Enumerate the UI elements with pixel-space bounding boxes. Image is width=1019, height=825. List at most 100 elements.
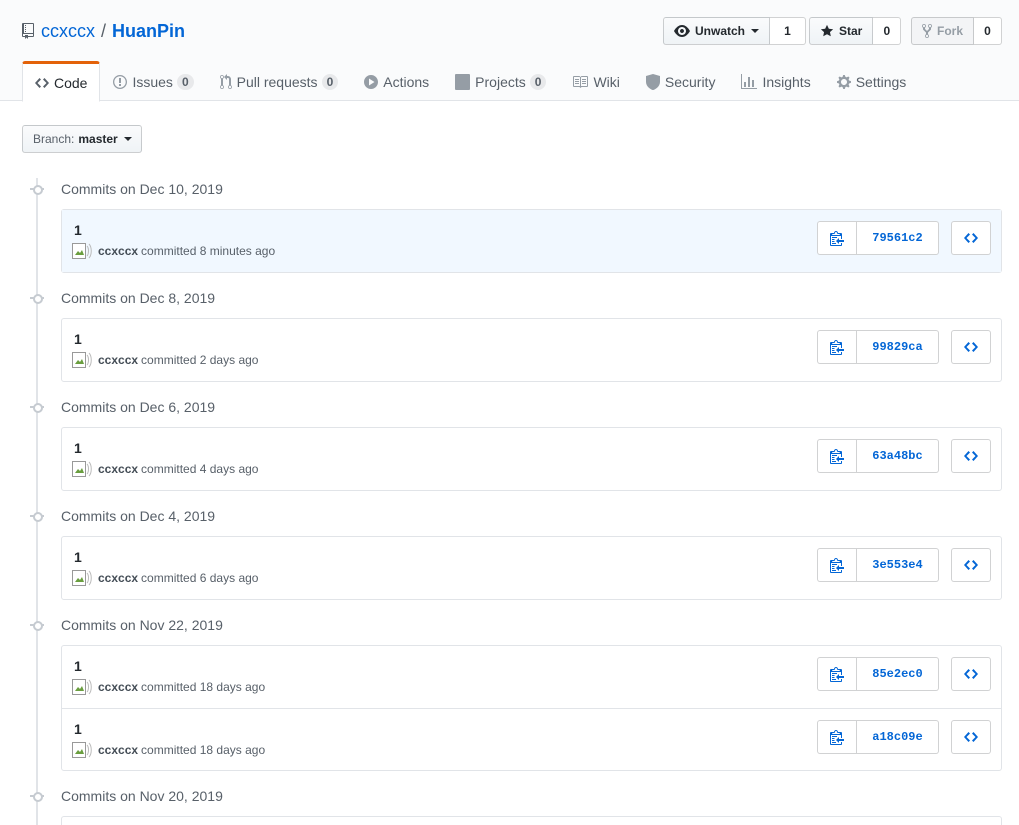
browse-repo-button[interactable] [951, 221, 991, 255]
repo-name-link[interactable]: HuanPin [112, 21, 185, 42]
tab-issues[interactable]: Issues 0 [100, 61, 206, 101]
clipboard-icon [830, 340, 844, 355]
commit-time: 18 days ago [199, 680, 266, 694]
fork-group: Fork 0 [911, 17, 1003, 45]
repo-owner-link[interactable]: ccxccx [41, 21, 95, 42]
shield-icon [645, 74, 660, 90]
commit-sha-link[interactable]: 63a48bc [857, 439, 939, 473]
broken-image-avatar-icon[interactable] [72, 679, 92, 695]
commit-message-link[interactable]: 1 [74, 331, 82, 347]
commit-sha-link[interactable]: 79561c2 [857, 221, 939, 255]
repo-title: ccxccx / HuanPin [22, 20, 185, 42]
commit-message-link[interactable]: 1 [74, 440, 82, 456]
repo-header: ccxccx / HuanPin Unwatch 1 Star 0 Fork 0… [0, 0, 1019, 102]
commit-time: 2 days ago [199, 353, 259, 367]
copy-sha-button[interactable] [817, 330, 857, 364]
broken-image-avatar-icon[interactable] [72, 742, 92, 758]
commit-author-link[interactable]: ccxccx [98, 680, 138, 694]
commit-author-link[interactable]: ccxccx [98, 462, 138, 476]
commit-message-link[interactable]: 1 [74, 721, 82, 737]
copy-sha-button[interactable] [817, 548, 857, 582]
commit-author-link[interactable]: ccxccx [98, 571, 138, 585]
pull-request-icon [219, 74, 232, 90]
tab-pull-requests[interactable]: Pull requests 0 [207, 61, 352, 101]
commit-verb: committed [141, 571, 197, 585]
issue-icon [113, 75, 128, 89]
branch-value: master [78, 132, 118, 146]
commit-group-heading: Commits on Dec 6, 2019 [30, 397, 215, 417]
branch-label: Branch: [33, 132, 75, 146]
book-icon [573, 76, 589, 88]
fork-button[interactable]: Fork [911, 17, 975, 45]
commit-author-link[interactable]: ccxccx [98, 353, 138, 367]
commit-meta: ccxccx committed 2 days ago [72, 352, 258, 368]
commit-group-heading: Commits on Dec 8, 2019 [30, 288, 215, 308]
commit-group-heading: Commits on Dec 4, 2019 [30, 506, 215, 526]
stargazers-count[interactable]: 0 [873, 17, 902, 45]
commit-message-link[interactable]: 1 [74, 549, 82, 565]
watch-group: Unwatch 1 [663, 17, 807, 45]
star-button[interactable]: Star [809, 17, 874, 45]
clipboard-icon [830, 730, 844, 745]
tab-insights[interactable]: Insights [728, 61, 823, 101]
tab-security[interactable]: Security [633, 61, 729, 101]
watchers-count[interactable]: 1 [770, 17, 807, 45]
tab-projects[interactable]: Projects 0 [442, 61, 559, 101]
commit-group-date: Commits on Nov 20, 2019 [61, 788, 223, 804]
code-icon [964, 732, 978, 742]
commit-verb: committed [141, 244, 197, 258]
pull-requests-counter: 0 [321, 74, 339, 90]
code-icon [964, 560, 978, 570]
browse-repo-button[interactable] [951, 330, 991, 364]
tab-actions[interactable]: Actions [351, 61, 442, 101]
commit-row: 1 ccxccx committed 6 days ago 3e553e4 [62, 537, 1001, 599]
commit-meta: ccxccx committed 8 minutes ago [72, 243, 275, 259]
commit-dot-icon [30, 618, 44, 632]
browse-repo-button[interactable] [951, 439, 991, 473]
branch-select-button[interactable]: Branch: master [22, 125, 142, 153]
star-group: Star 0 [809, 17, 902, 45]
commit-dot-icon [30, 400, 44, 414]
commit-sha-link[interactable]: a18c09e [857, 720, 939, 754]
tab-code[interactable]: Code [22, 61, 101, 102]
browse-repo-button[interactable] [951, 657, 991, 691]
commit-time: 18 days ago [199, 743, 266, 757]
clipboard-icon [830, 558, 844, 573]
unwatch-button[interactable]: Unwatch [663, 17, 771, 45]
clipboard-icon [830, 449, 844, 464]
broken-image-avatar-icon[interactable] [72, 570, 92, 586]
tab-label: Settings [855, 74, 907, 90]
commit-group-date: Commits on Dec 10, 2019 [61, 181, 223, 197]
tab-label: Security [664, 74, 716, 90]
commit-sha-link[interactable]: 3e553e4 [857, 548, 939, 582]
broken-image-avatar-icon[interactable] [72, 243, 92, 259]
tab-wiki[interactable]: Wiki [559, 61, 632, 101]
copy-sha-button[interactable] [817, 720, 857, 754]
browse-repo-button[interactable] [951, 548, 991, 582]
commit-sha-link[interactable]: 85e2ec0 [857, 657, 939, 691]
commit-group-date: Commits on Dec 4, 2019 [61, 508, 216, 524]
commit-message-link[interactable]: 1 [74, 222, 82, 238]
tab-settings[interactable]: Settings [824, 61, 920, 101]
commit-list: 1 ccxccx committed 8 minutes ago 79561c2 [61, 209, 1002, 273]
commit-sha-group: 63a48bc [817, 439, 939, 473]
commit-sha-group: 79561c2 [817, 221, 939, 255]
forks-count[interactable]: 0 [974, 17, 1003, 45]
commit-sha-group: 85e2ec0 [817, 657, 939, 691]
commit-message-link[interactable]: 1 [74, 658, 82, 674]
commit-sha-link[interactable]: 99829ca [857, 330, 939, 364]
copy-sha-button[interactable] [817, 657, 857, 691]
commit-time: 4 days ago [199, 462, 259, 476]
commit-timeline [36, 178, 38, 825]
chevron-down-icon [751, 29, 760, 33]
commit-author-link[interactable]: ccxccx [98, 244, 138, 258]
commit-author-link[interactable]: ccxccx [98, 743, 138, 757]
tab-label: Actions [383, 74, 430, 90]
broken-image-avatar-icon[interactable] [72, 352, 92, 368]
copy-sha-button[interactable] [817, 439, 857, 473]
broken-image-avatar-icon[interactable] [72, 461, 92, 477]
commit-group-heading: Commits on Nov 20, 2019 [30, 786, 223, 806]
copy-sha-button[interactable] [817, 221, 857, 255]
tab-label: Pull requests [236, 74, 318, 90]
browse-repo-button[interactable] [951, 720, 991, 754]
